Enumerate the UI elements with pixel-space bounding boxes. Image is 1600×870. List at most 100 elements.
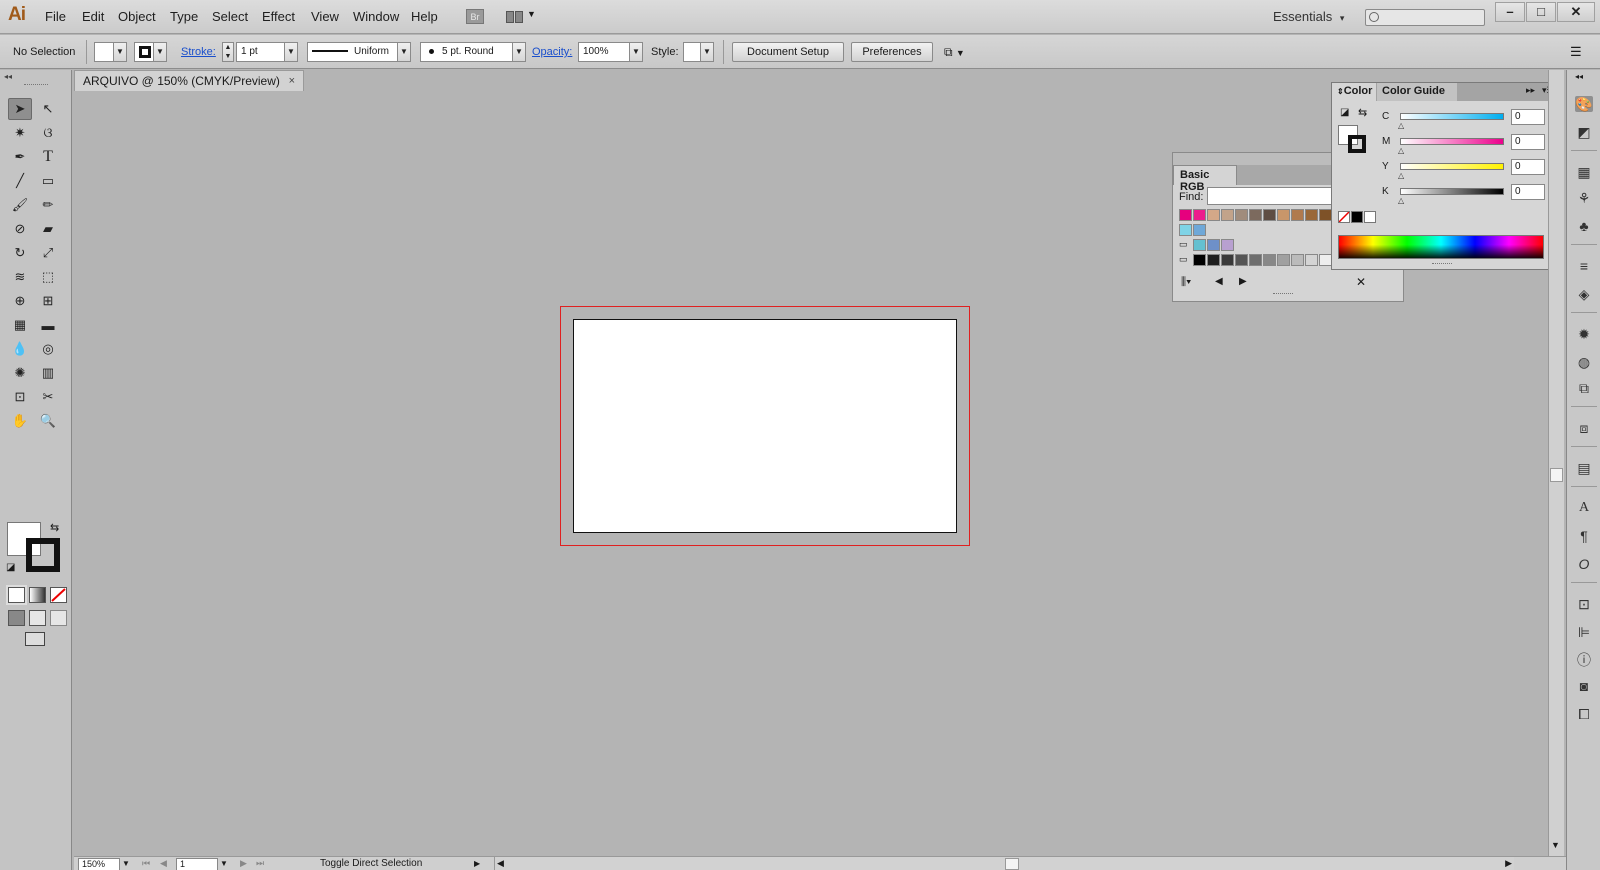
black-color-swatch[interactable] (1351, 211, 1363, 223)
tab-color-guide[interactable]: Color Guide (1377, 83, 1457, 101)
swatch[interactable] (1179, 209, 1192, 221)
slider-value-input[interactable]: 0 (1511, 109, 1545, 125)
document-setup-button[interactable]: Document Setup (732, 42, 844, 62)
collapse-icon[interactable]: ◂◂ (4, 72, 12, 81)
layers-icon[interactable]: ◈ (1575, 286, 1593, 302)
symbol-sprayer-tool-icon[interactable]: ✺ (8, 362, 32, 384)
pathfinder-icon[interactable]: ⧠ (1575, 706, 1593, 722)
color-spectrum[interactable] (1338, 235, 1544, 259)
screen-mode-icon[interactable] (25, 632, 45, 646)
image-trace-icon[interactable]: ◙ (1575, 678, 1593, 694)
gradient-tool-icon[interactable]: ▬ (36, 314, 60, 336)
scroll-thumb[interactable] (1550, 468, 1563, 482)
mesh-tool-icon[interactable]: ▦ (8, 314, 32, 336)
gradient-mode-icon[interactable] (29, 587, 46, 603)
selection-tool-icon[interactable]: ➤ (8, 98, 32, 120)
links-icon[interactable]: ⧉ (1575, 380, 1593, 396)
swatch[interactable] (1193, 224, 1206, 236)
vertical-scrollbar[interactable]: ▼ (1548, 70, 1564, 856)
document-tab[interactable]: ARQUIVO @ 150% (CMYK/Preview) × (74, 70, 304, 91)
artboard-tool-icon[interactable]: ⊡ (8, 386, 32, 408)
arrange-icon[interactable]: ⧉ ▼ (944, 45, 965, 60)
menu-type[interactable]: Type (170, 9, 198, 24)
color-panel-icon[interactable]: 🎨 (1575, 96, 1593, 112)
swatch[interactable] (1221, 209, 1234, 221)
none-color-icon[interactable] (1338, 211, 1350, 223)
pencil-tool-icon[interactable]: ✏ (36, 194, 60, 216)
scroll-down-icon[interactable]: ▼ (1551, 840, 1560, 850)
artboard-dropdown[interactable]: ▼ (220, 859, 228, 868)
graphic-style-swatch[interactable] (683, 42, 701, 62)
swatches-icon[interactable]: ▦ (1575, 164, 1593, 180)
gradient-icon[interactable]: ▤ (1575, 460, 1593, 476)
slider-knob-icon[interactable]: △ (1398, 171, 1404, 180)
scroll-thumb[interactable] (1005, 858, 1019, 870)
zoom-tool-icon[interactable]: 🔍 (36, 410, 60, 432)
scroll-right-icon[interactable]: ▶ (1505, 858, 1512, 869)
paragraph-icon[interactable]: ¶ (1575, 528, 1593, 544)
swatch[interactable] (1207, 254, 1220, 266)
fill-dropdown[interactable]: ▼ (113, 42, 127, 62)
minimize-button[interactable]: – (1495, 2, 1525, 22)
grip-icon[interactable] (1432, 263, 1452, 265)
swap-fill-stroke-icon[interactable]: ⇆ (1358, 106, 1367, 119)
slider-value-input[interactable]: 0 (1511, 159, 1545, 175)
swatch-group-folder-icon[interactable]: ▭ (1179, 254, 1192, 266)
none-mode-icon[interactable] (50, 587, 67, 603)
brushes-icon[interactable]: ⚘ (1575, 190, 1593, 206)
free-transform-tool-icon[interactable]: ⬚ (36, 266, 60, 288)
slider-track[interactable] (1400, 138, 1504, 145)
color-mode-icon[interactable] (6, 585, 27, 605)
profile-dropdown[interactable]: ▼ (397, 42, 411, 62)
swap-fill-stroke-icon[interactable]: ⇆ (50, 521, 59, 534)
swatch[interactable] (1249, 254, 1262, 266)
swatch[interactable] (1193, 239, 1206, 251)
column-graph-tool-icon[interactable]: ▥ (36, 362, 60, 384)
blend-tool-icon[interactable]: ◎ (36, 338, 60, 360)
appearance-icon[interactable]: ✹ (1575, 326, 1593, 342)
menu-help[interactable]: Help (411, 9, 438, 24)
symbols-icon[interactable]: ♣ (1575, 218, 1593, 234)
swatch[interactable] (1193, 209, 1206, 221)
grip-icon[interactable] (1273, 293, 1293, 295)
swatch[interactable] (1291, 209, 1304, 221)
swatch[interactable] (1235, 254, 1248, 266)
paintbrush-tool-icon[interactable]: 🖌 (8, 194, 32, 216)
attributes-icon[interactable]: ⓘ (1575, 652, 1593, 668)
close-icon[interactable]: × (289, 71, 295, 91)
default-colors-icon[interactable]: ◪ (1340, 107, 1349, 118)
grip-icon[interactable] (24, 84, 48, 86)
swatch-library-icon[interactable]: ⫼▾ (1181, 276, 1191, 289)
swatch-group-folder-icon[interactable]: ▭ (1179, 239, 1192, 251)
default-colors-icon[interactable]: ◪ (6, 562, 15, 573)
delete-swatch-icon[interactable]: ✕ (1356, 275, 1366, 289)
status-menu-icon[interactable]: ▶ (474, 859, 480, 868)
preferences-button[interactable]: Preferences (851, 42, 933, 62)
artboard[interactable] (573, 319, 957, 533)
direct-selection-tool-icon[interactable]: ↖ (36, 98, 60, 120)
menu-window[interactable]: Window (353, 9, 399, 24)
help-search-input[interactable] (1365, 9, 1485, 26)
pen-tool-icon[interactable]: ✒ (8, 146, 32, 168)
menu-effect[interactable]: Effect (262, 9, 295, 24)
slider-track[interactable] (1400, 188, 1504, 195)
hand-tool-icon[interactable]: ✋ (8, 410, 32, 432)
menu-view[interactable]: View (311, 9, 339, 24)
lasso-tool-icon[interactable]: ଓ (36, 122, 60, 144)
previous-library-icon[interactable]: ◀ (1215, 276, 1223, 287)
shape-builder-tool-icon[interactable]: ⊕ (8, 290, 32, 312)
stroke-dropdown[interactable]: ▼ (153, 42, 167, 62)
blob-brush-tool-icon[interactable]: ⊘ (8, 218, 32, 240)
swatch[interactable] (1291, 254, 1304, 266)
swatch[interactable] (1221, 254, 1234, 266)
slider-value-input[interactable]: 0 (1511, 184, 1545, 200)
stroke-weight-stepper[interactable]: ▲ ▼ (222, 42, 234, 62)
draw-behind-icon[interactable] (29, 610, 46, 626)
collapse-icon[interactable]: ▸▸ (1526, 85, 1535, 96)
swatch[interactable] (1277, 209, 1290, 221)
brush-definition[interactable]: 5 pt. Round (420, 42, 514, 62)
eraser-tool-icon[interactable]: ▰ (36, 218, 60, 240)
stroke-weight-dropdown[interactable]: ▼ (284, 42, 298, 62)
opacity-dropdown[interactable]: ▼ (629, 42, 643, 62)
slider-track[interactable] (1400, 113, 1504, 120)
